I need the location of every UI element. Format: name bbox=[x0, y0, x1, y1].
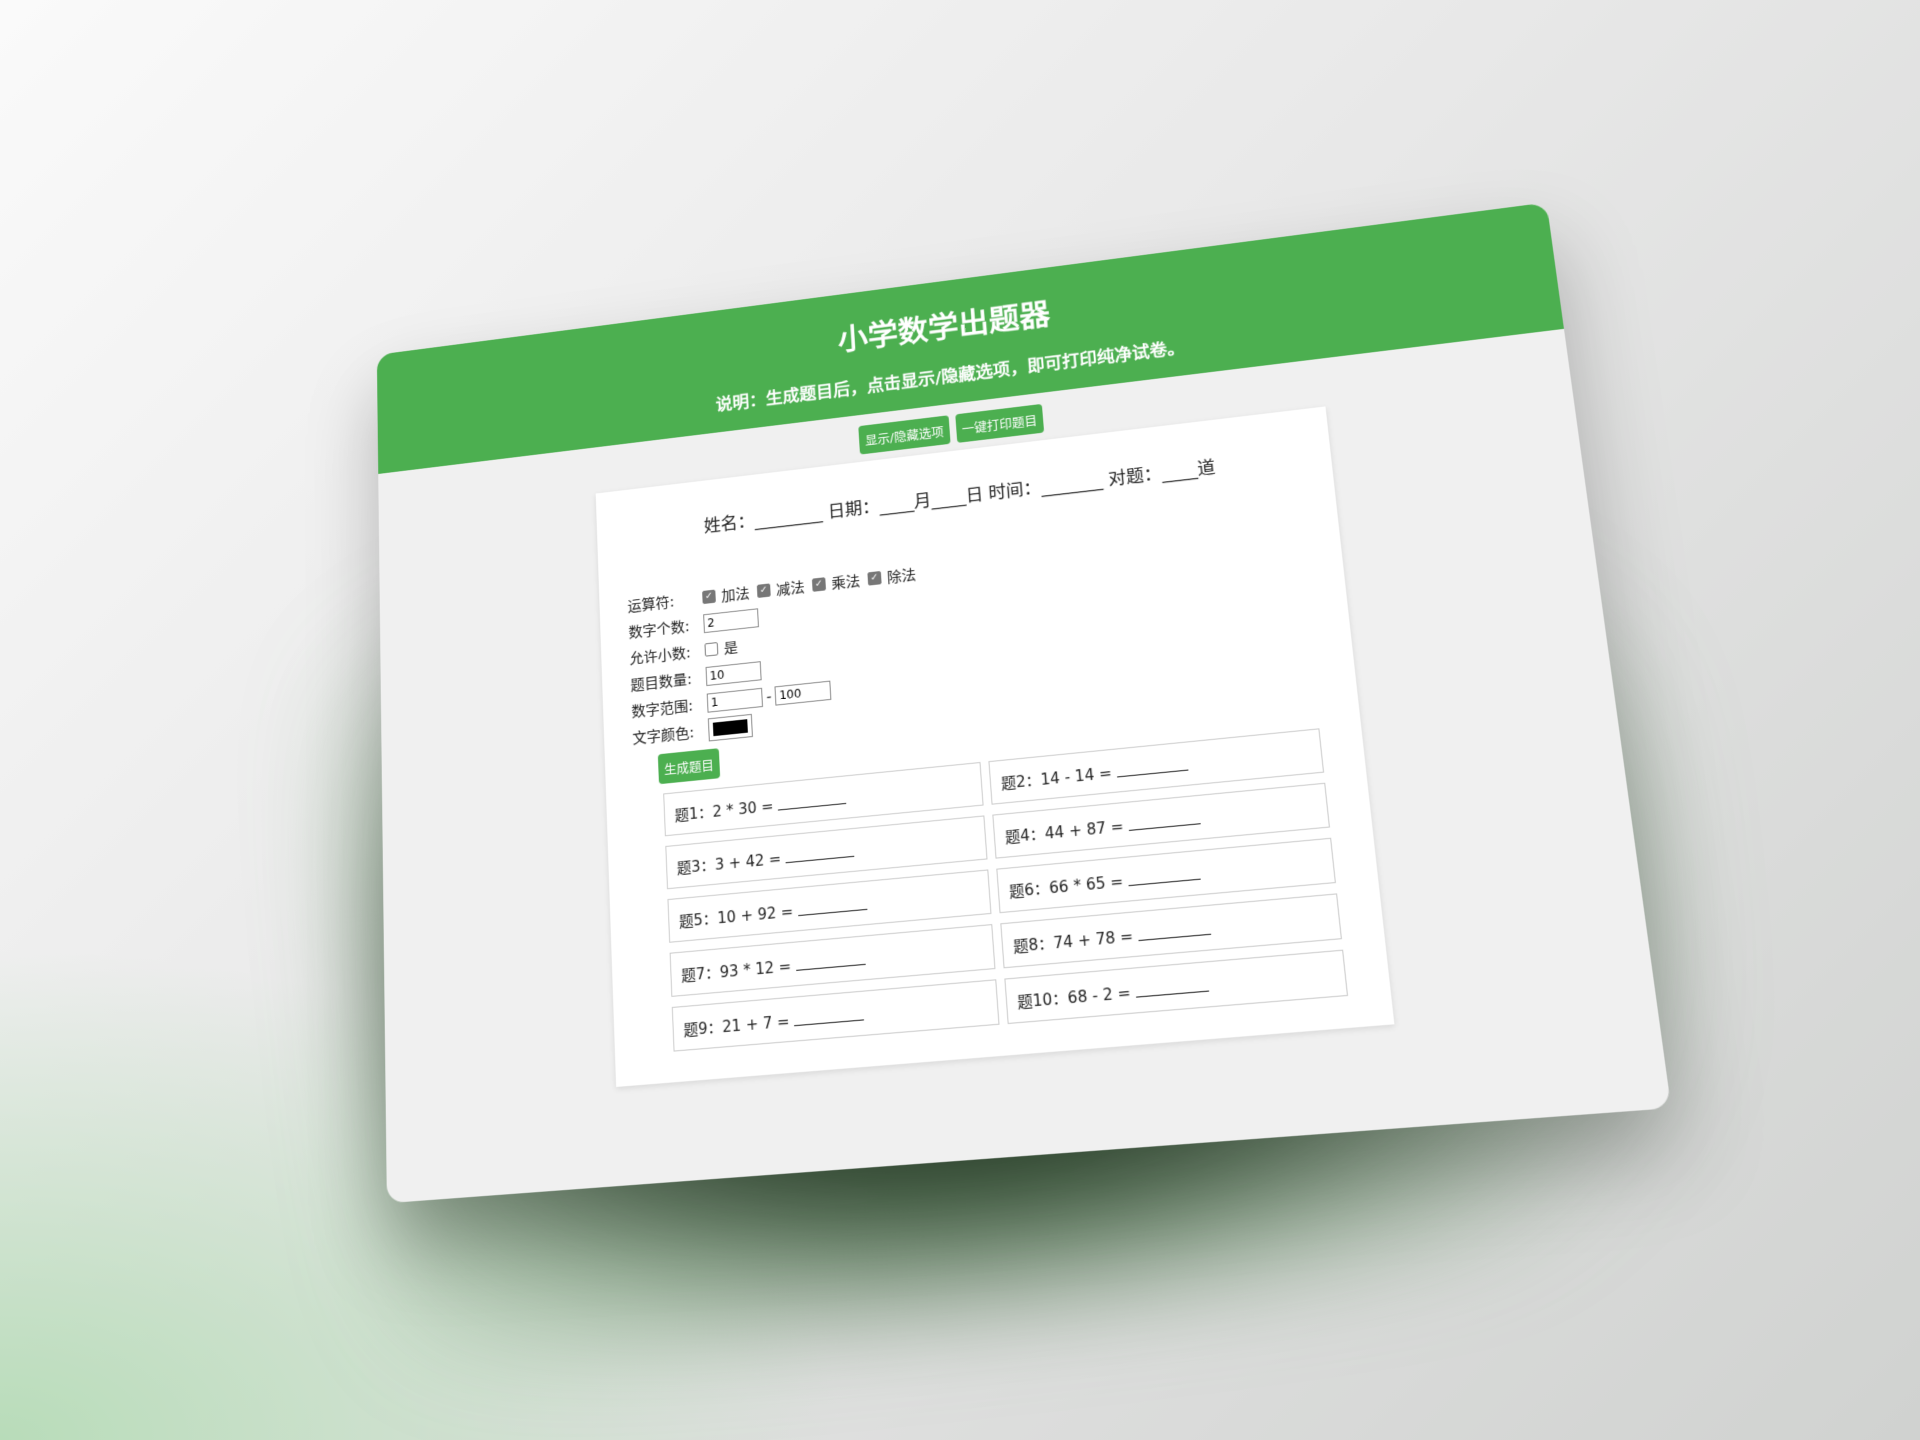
answer-blank bbox=[777, 789, 847, 811]
text-color-picker[interactable] bbox=[707, 713, 753, 742]
stage: 小学数学出题器 说明：生成题目后，点击显示/隐藏选项，即可打印纯净试卷。 显示/… bbox=[0, 0, 1920, 1440]
operator-divide-checkbox[interactable]: ✓ 除法 bbox=[867, 564, 917, 589]
range-min-input[interactable] bbox=[706, 687, 764, 713]
decimal-checkbox[interactable]: ✓ 是 bbox=[704, 637, 738, 660]
quantity-input[interactable] bbox=[705, 661, 762, 687]
toggle-options-button[interactable]: 显示/隐藏选项 bbox=[858, 415, 951, 455]
answer-blank bbox=[797, 894, 868, 917]
checkbox-checked-icon: ✓ bbox=[756, 583, 771, 598]
range-max-input[interactable] bbox=[774, 680, 832, 706]
answer-blank bbox=[793, 1004, 865, 1027]
answer-blank bbox=[1137, 919, 1212, 942]
operator-multiply-checkbox[interactable]: ✓ 乘法 bbox=[811, 570, 861, 595]
operator-add-checkbox[interactable]: ✓ 加法 bbox=[702, 582, 750, 607]
answer-blank bbox=[1134, 975, 1209, 998]
answer-blank bbox=[1115, 755, 1189, 778]
color-swatch-fill bbox=[712, 719, 748, 737]
print-button[interactable]: 一键打印题目 bbox=[954, 403, 1044, 443]
answer-blank bbox=[1127, 809, 1201, 831]
worksheet: 姓名：________ 日期：____月____日 时间：_______ 对题：… bbox=[595, 406, 1395, 1087]
color-label: 文字颜色: bbox=[632, 723, 695, 747]
number-count-input[interactable] bbox=[703, 608, 759, 634]
answer-blank bbox=[1127, 864, 1201, 887]
generate-button[interactable]: 生成题目 bbox=[657, 748, 721, 785]
app-window: 小学数学出题器 说明：生成题目后，点击显示/隐藏选项，即可打印纯净试卷。 显示/… bbox=[376, 202, 1672, 1204]
operator-subtract-checkbox[interactable]: ✓ 减法 bbox=[756, 576, 806, 601]
range-separator: - bbox=[765, 687, 772, 706]
answer-blank bbox=[785, 841, 855, 864]
answer-blank bbox=[795, 949, 866, 971]
checkbox-unchecked-icon: ✓ bbox=[704, 642, 719, 657]
checkbox-checked-icon: ✓ bbox=[867, 570, 882, 586]
checkbox-checked-icon: ✓ bbox=[702, 589, 716, 605]
checkbox-checked-icon: ✓ bbox=[811, 577, 827, 592]
